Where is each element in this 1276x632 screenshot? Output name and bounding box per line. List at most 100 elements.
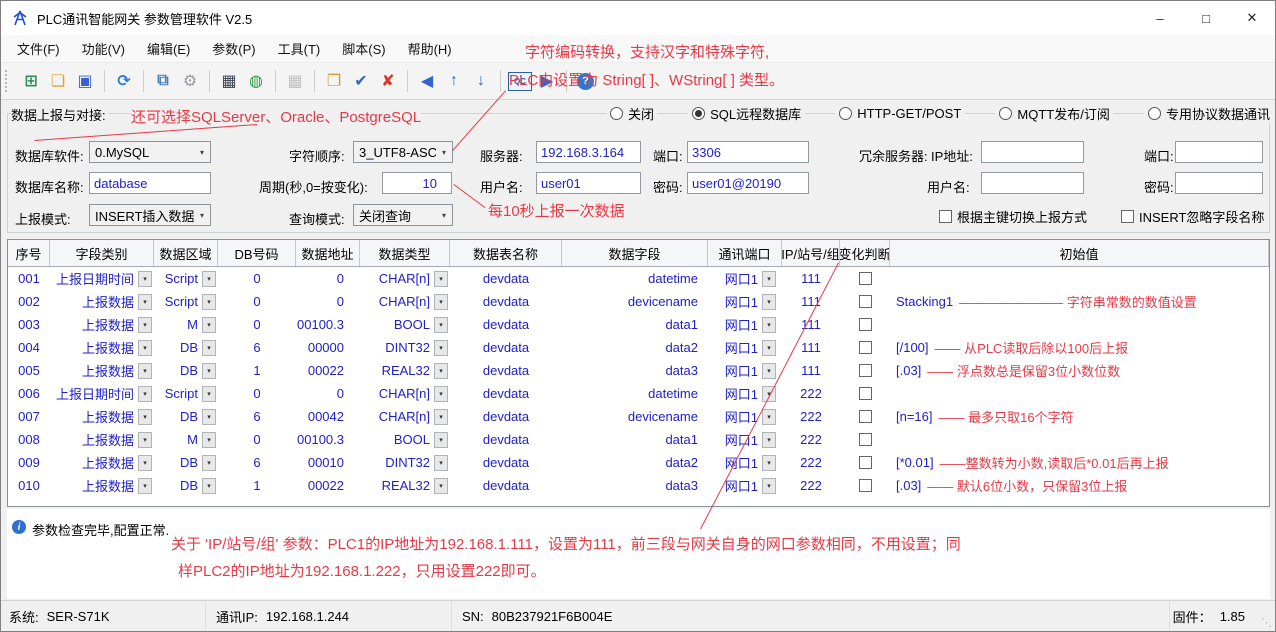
chevron-down-icon[interactable]: ▾ bbox=[202, 340, 216, 356]
menu-item-1[interactable]: 功能(V) bbox=[71, 35, 136, 62]
change-checkbox[interactable] bbox=[859, 318, 872, 331]
redundant-password-input[interactable] bbox=[1175, 172, 1263, 194]
db-name-input[interactable] bbox=[89, 172, 211, 194]
chevron-down-icon[interactable]: ▾ bbox=[434, 432, 448, 448]
report-mode-select[interactable]: INSERT插入数据 ▾ bbox=[89, 204, 211, 226]
chevron-down-icon[interactable]: ▾ bbox=[138, 271, 152, 287]
menu-item-3[interactable]: 参数(P) bbox=[201, 35, 266, 62]
chevron-down-icon[interactable]: ▾ bbox=[202, 478, 216, 494]
chevron-down-icon[interactable]: ▾ bbox=[138, 294, 152, 310]
chevron-down-icon[interactable]: ▾ bbox=[202, 409, 216, 425]
chevron-down-icon[interactable]: ▾ bbox=[138, 409, 152, 425]
change-checkbox[interactable] bbox=[859, 295, 872, 308]
redundant-ip-input[interactable] bbox=[981, 141, 1084, 163]
db-software-select[interactable]: 0.MySQL ▾ bbox=[89, 141, 211, 163]
chevron-down-icon[interactable]: ▾ bbox=[762, 409, 776, 425]
globe-device-icon[interactable]: ◍ bbox=[244, 69, 268, 93]
chevron-down-icon[interactable]: ▾ bbox=[434, 294, 448, 310]
radio-off[interactable]: 关闭 bbox=[606, 104, 658, 123]
menu-item-6[interactable]: 帮助(H) bbox=[397, 35, 463, 62]
chevron-down-icon[interactable]: ▾ bbox=[202, 317, 216, 333]
close-button[interactable]: ✕ bbox=[1229, 1, 1275, 35]
chevron-down-icon[interactable]: ▾ bbox=[202, 432, 216, 448]
primary-key-switch-checkbox[interactable]: 根据主键切换上报方式 bbox=[939, 207, 1087, 226]
redundant-username-input[interactable] bbox=[981, 172, 1084, 194]
chevron-down-icon[interactable]: ▾ bbox=[202, 455, 216, 471]
menu-item-5[interactable]: 脚本(S) bbox=[331, 35, 396, 62]
chevron-down-icon[interactable]: ▾ bbox=[138, 478, 152, 494]
chevron-down-icon[interactable]: ▾ bbox=[202, 294, 216, 310]
refresh-icon[interactable]: ⟳ bbox=[112, 69, 136, 93]
port-value: 网口1 bbox=[725, 269, 758, 288]
paste-add-icon[interactable]: ❐ bbox=[322, 69, 346, 93]
period-input[interactable] bbox=[382, 172, 452, 194]
radio-mqtt[interactable]: MQTT发布/订阅 bbox=[995, 104, 1113, 123]
maximize-button[interactable]: □ bbox=[1183, 1, 1229, 35]
chevron-down-icon[interactable]: ▾ bbox=[762, 317, 776, 333]
change-checkbox[interactable] bbox=[859, 364, 872, 377]
chevron-down-icon[interactable]: ▾ bbox=[434, 363, 448, 379]
chevron-down-icon[interactable]: ▾ bbox=[762, 271, 776, 287]
monitor-edit-icon[interactable]: ▦ bbox=[217, 69, 241, 93]
change-checkbox[interactable] bbox=[859, 456, 872, 469]
chevron-down-icon[interactable]: ▾ bbox=[762, 455, 776, 471]
redundant-port-input[interactable] bbox=[1175, 141, 1263, 163]
chevron-down-icon[interactable]: ▾ bbox=[434, 455, 448, 471]
radio-custom[interactable]: 专用协议数据通讯 bbox=[1144, 104, 1274, 123]
redundant-username-label: 用户名: bbox=[927, 177, 970, 196]
port-value: 网口1 bbox=[725, 292, 758, 311]
chevron-down-icon[interactable]: ▾ bbox=[762, 432, 776, 448]
chevron-down-icon[interactable]: ▾ bbox=[434, 340, 448, 356]
resize-grip[interactable]: ⋱ bbox=[1261, 616, 1272, 629]
change-checkbox[interactable] bbox=[859, 387, 872, 400]
query-mode-select[interactable]: 关闭查询 ▾ bbox=[353, 204, 453, 226]
chevron-down-icon[interactable]: ▾ bbox=[138, 386, 152, 402]
chevron-down-icon[interactable]: ▾ bbox=[762, 340, 776, 356]
chevron-down-icon[interactable]: ▾ bbox=[138, 455, 152, 471]
save-icon[interactable]: ▣ bbox=[73, 69, 97, 93]
prev-icon[interactable]: ◀ bbox=[415, 69, 439, 93]
chevron-down-icon[interactable]: ▾ bbox=[138, 317, 152, 333]
menu-item-4[interactable]: 工具(T) bbox=[267, 35, 332, 62]
insert-ignore-fields-checkbox[interactable]: INSERT忽略字段名称 bbox=[1121, 207, 1264, 226]
username-input[interactable] bbox=[536, 172, 641, 194]
menu-item-2[interactable]: 编辑(E) bbox=[136, 35, 201, 62]
delete-icon[interactable]: ✘ bbox=[376, 69, 400, 93]
apply-icon[interactable]: ✔ bbox=[349, 69, 373, 93]
change-checkbox[interactable] bbox=[859, 433, 872, 446]
chevron-down-icon[interactable]: ▾ bbox=[434, 386, 448, 402]
change-checkbox[interactable] bbox=[859, 272, 872, 285]
network-nodes-icon[interactable]: ⧉ bbox=[151, 69, 175, 93]
chevron-down-icon[interactable]: ▾ bbox=[202, 386, 216, 402]
char-order-select[interactable]: 3_UTF8-ASCII ▾ bbox=[353, 141, 453, 163]
chevron-down-icon[interactable]: ▾ bbox=[434, 271, 448, 287]
chevron-down-icon[interactable]: ▾ bbox=[138, 340, 152, 356]
chevron-down-icon[interactable]: ▾ bbox=[434, 409, 448, 425]
change-checkbox[interactable] bbox=[859, 479, 872, 492]
serial-port-icon[interactable]: ⚙ bbox=[178, 69, 202, 93]
chevron-down-icon[interactable]: ▾ bbox=[138, 432, 152, 448]
chevron-down-icon[interactable]: ▾ bbox=[762, 478, 776, 494]
radio-http[interactable]: HTTP-GET/POST bbox=[835, 104, 965, 123]
chevron-down-icon[interactable]: ▾ bbox=[434, 317, 448, 333]
password-input[interactable] bbox=[687, 172, 809, 194]
cell-no: 006 bbox=[8, 382, 50, 405]
chevron-down-icon[interactable]: ▾ bbox=[138, 363, 152, 379]
cell-no: 002 bbox=[8, 290, 50, 313]
chevron-down-icon[interactable]: ▾ bbox=[762, 294, 776, 310]
port-input[interactable] bbox=[687, 141, 809, 163]
move-down-icon[interactable]: ↓ bbox=[469, 69, 493, 93]
chevron-down-icon[interactable]: ▾ bbox=[202, 271, 216, 287]
move-up-icon[interactable]: ↑ bbox=[442, 69, 466, 93]
change-checkbox[interactable] bbox=[859, 341, 872, 354]
minimize-button[interactable]: – bbox=[1137, 1, 1183, 35]
open-file-icon[interactable]: ❏ bbox=[46, 69, 70, 93]
change-checkbox[interactable] bbox=[859, 410, 872, 423]
server-input[interactable] bbox=[536, 141, 641, 163]
chevron-down-icon[interactable]: ▾ bbox=[202, 363, 216, 379]
chevron-down-icon[interactable]: ▾ bbox=[762, 363, 776, 379]
menu-item-0[interactable]: 文件(F) bbox=[6, 35, 71, 62]
network-config-icon[interactable]: ⊞ bbox=[19, 69, 43, 93]
chevron-down-icon[interactable]: ▾ bbox=[434, 478, 448, 494]
radio-sql[interactable]: SQL远程数据库 bbox=[688, 104, 805, 123]
